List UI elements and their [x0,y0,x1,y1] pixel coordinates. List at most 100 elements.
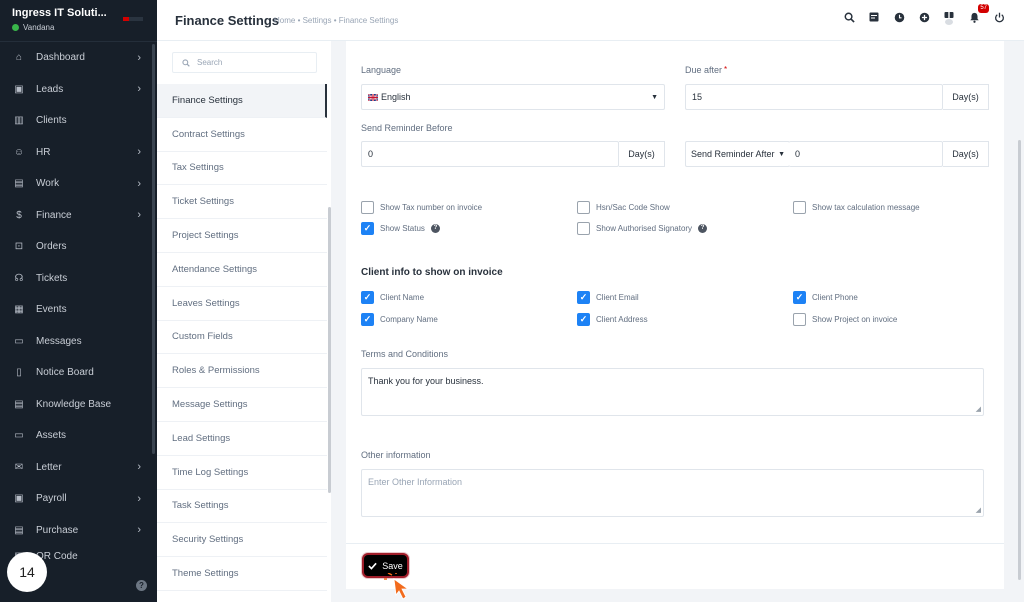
sidebar-item-orders[interactable]: ⊡ Orders [0,231,157,263]
checkbox-label: Show tax calculation message [812,203,920,212]
settings-nav-item[interactable]: Leaves Settings [157,287,327,321]
chevron-right-icon: › [137,524,141,537]
language-select[interactable]: English ▼ [361,84,665,110]
settings-nav-item[interactable]: Time Log Settings [157,456,327,490]
settings-nav-item[interactable]: Custom Fields [157,321,327,355]
settings-nav-item[interactable]: Finance Settings [157,84,327,118]
sidebar-item-tickets[interactable]: ☊ Tickets [0,263,157,295]
checkbox[interactable] [793,201,806,214]
settings-nav-item[interactable]: Lead Settings [157,422,327,456]
monitor-icon: ▭ [14,430,24,442]
help-tooltip-icon[interactable]: ? [430,224,440,233]
checkbox[interactable]: ✓ [361,313,374,326]
reminder-before-input[interactable]: 0 [361,141,619,167]
settings-nav-item[interactable]: Attendance Settings [157,253,327,287]
sticky-note-icon[interactable] [867,10,881,24]
settings-nav-item[interactable]: Security Settings [157,523,327,558]
progress-flag-icon [123,17,143,21]
top-header: Finance Settings Home • Settings • Finan… [157,0,1024,41]
checkbox-row[interactable]: Show Authorised Signatory? [577,222,708,235]
checkbox[interactable] [577,201,590,214]
checkbox[interactable] [361,201,374,214]
settings-nav-item[interactable]: Theme Settings [157,557,327,591]
add-circle-icon[interactable] [917,10,931,24]
settings-nav-item[interactable]: Ticket Settings [157,185,327,220]
checkbox-label: Client Phone [812,293,858,302]
checkbox[interactable]: ✓ [361,291,374,304]
sidebar-item-leads[interactable]: ▣ Leads › [0,74,157,106]
sidebar-item-knowledge-base[interactable]: ▤ Knowledge Base [0,389,157,421]
gift-icon[interactable] [942,10,956,25]
reminder-after-input[interactable]: 0 [789,141,943,167]
settings-nav: Search Finance Settings Contract Settings… [157,41,331,602]
sidebar-item-purchase[interactable]: ▤ Purchase › [0,515,157,547]
checkbox-row[interactable]: Show Tax number on invoice [361,201,482,214]
checkbox[interactable]: ✓ [793,291,806,304]
settings-nav-item[interactable]: Contract Settings [157,118,327,152]
settings-nav-scrollbar[interactable] [328,207,331,493]
checkbox[interactable]: ✓ [577,291,590,304]
chevron-right-icon: › [137,209,141,222]
resize-handle-icon[interactable]: ◢ [976,405,981,413]
checkbox-row[interactable]: Show Project on invoice [793,313,897,326]
envelope-icon: ✉ [14,461,24,473]
sidebar-item-payroll[interactable]: ▣ Payroll › [0,483,157,515]
checkbox-label: Show Tax number on invoice [380,203,483,212]
settings-nav-item[interactable]: Task Settings [157,490,327,524]
checkbox-row[interactable]: ✓ Show Status? [361,222,440,235]
other-info-textarea[interactable]: Enter Other Information ◢ [361,469,984,517]
sidebar-item-assets[interactable]: ▭ Assets [0,420,157,452]
checkbox[interactable] [793,313,806,326]
main-scrollbar[interactable] [1018,140,1021,580]
settings-nav-item[interactable]: Roles & Permissions [157,354,327,389]
sidebar-item-label: Letter [36,461,62,473]
sidebar-item-label: Events [36,304,67,316]
company-brand[interactable]: Ingress IT Soluti... Vandana [0,0,157,42]
checkbox-row[interactable]: Hsn/Sac Code Show [577,201,670,214]
due-after-input[interactable]: 15 [685,84,943,110]
settings-search-input[interactable]: Search [172,52,317,73]
notification-count-badge: 57 [978,4,989,13]
settings-nav-item[interactable]: Tax Settings [157,152,327,186]
checkbox-label: Show Status [380,224,425,233]
sidebar-item-finance[interactable]: $ Finance › [0,200,157,232]
sidebar-item-notice-board[interactable]: ▯ Notice Board [0,357,157,389]
sidebar-item-clients[interactable]: ▥ Clients [0,105,157,137]
search-icon[interactable] [842,10,856,24]
due-after-label-text: Due after [685,65,723,75]
required-asterisk: * [724,65,728,74]
sidebar-item-messages[interactable]: ▭ Messages [0,326,157,358]
breadcrumb[interactable]: Home • Settings • Finance Settings [274,16,398,25]
checkbox[interactable]: ✓ [361,222,374,235]
checkbox-row[interactable]: Show tax calculation message [793,201,920,214]
sidebar-item-dashboard[interactable]: ⌂ Dashboard › [0,42,157,74]
page-title: Finance Settings [175,13,280,28]
help-tooltip-icon[interactable]: ? [698,224,708,233]
help-icon[interactable]: ? [136,580,147,591]
checkbox-row[interactable]: ✓ Client Email [577,291,639,304]
sidebar-item-hr[interactable]: ☺ HR › [0,137,157,169]
sidebar-item-work[interactable]: ▤ Work › [0,168,157,200]
terms-textarea[interactable]: Thank you for your business. ◢ [361,368,984,416]
checkbox[interactable]: ✓ [577,313,590,326]
settings-nav-item[interactable]: Message Settings [157,388,327,422]
checkbox[interactable] [577,222,590,235]
checkbox-row[interactable]: ✓ Company Name [361,313,438,326]
sidebar-scrollbar[interactable] [152,44,155,454]
power-icon[interactable] [992,10,1006,24]
settings-nav-list: Finance Settings Contract Settings Tax Set… [157,84,327,591]
other-info-label: Other information [361,450,431,460]
checkbox-row[interactable]: ✓ Client Phone [793,291,858,304]
checkbox-row[interactable]: ✓ Client Name [361,291,424,304]
reminder-before-unit: Day(s) [619,141,665,167]
sidebar-item-events[interactable]: ▦ Events [0,294,157,326]
resize-handle-icon[interactable]: ◢ [976,506,981,514]
chevron-down-icon: ▼ [778,150,785,158]
clock-icon[interactable] [892,10,906,24]
notification-bell-icon[interactable]: 57 [967,4,989,24]
checkbox-row[interactable]: ✓ Client Address [577,313,648,326]
reminder-after-select[interactable]: Send Reminder After ▼ [685,141,790,167]
sidebar-item-letter[interactable]: ✉ Letter › [0,452,157,484]
sidebar-item-label: Work [36,178,60,190]
settings-nav-item[interactable]: Project Settings [157,219,327,253]
